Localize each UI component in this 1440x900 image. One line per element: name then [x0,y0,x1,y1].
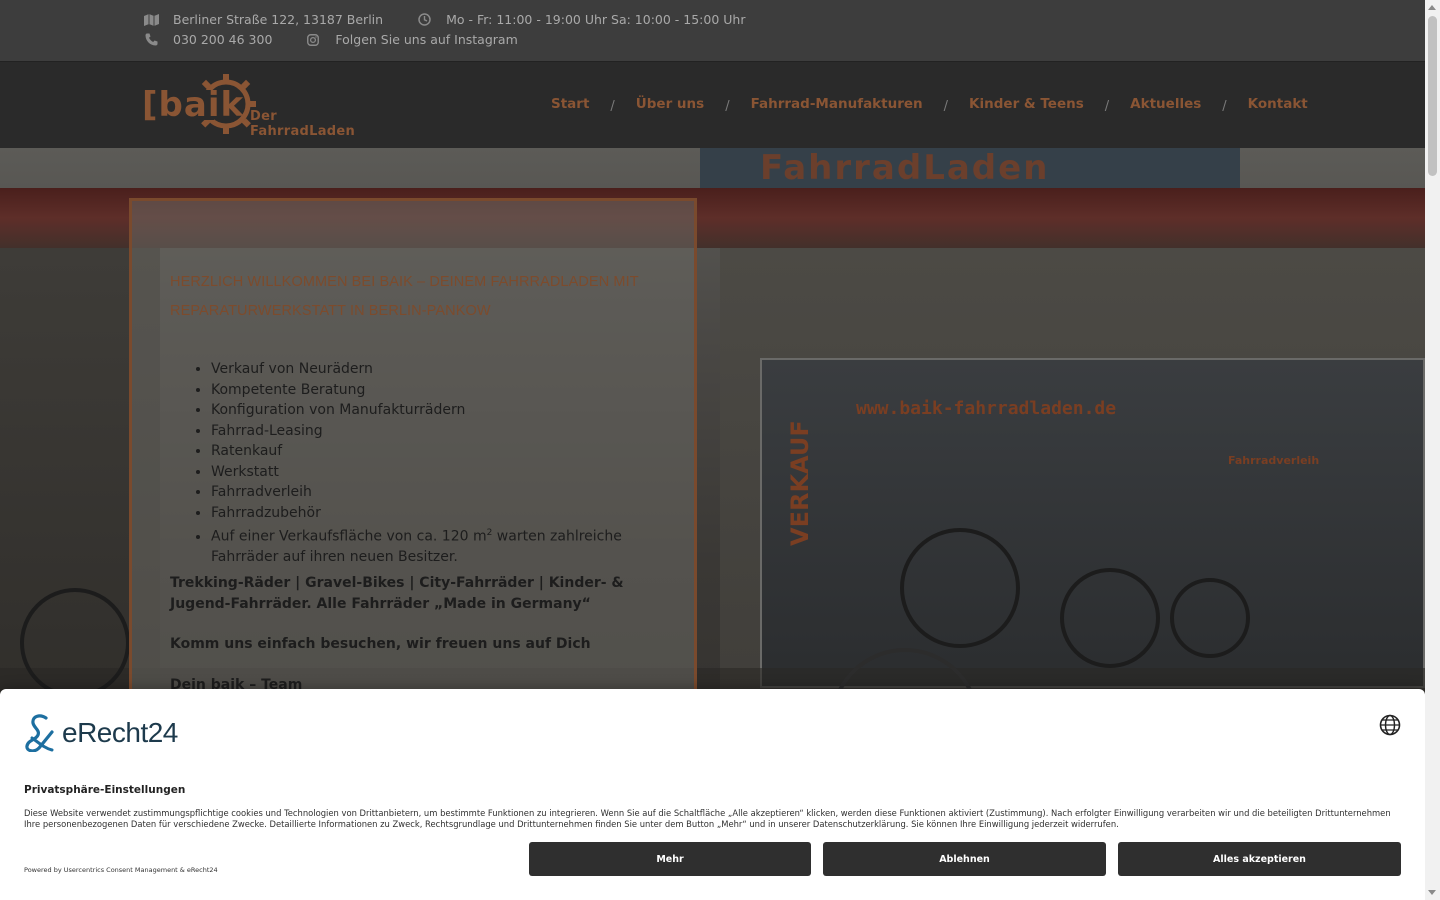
scroll-up-arrow-icon[interactable] [1428,5,1436,10]
nav-separator: / [610,98,615,114]
topbar-row-address: Berliner Straße 122, 13187 Berlin Mo - F… [143,12,745,27]
address-item: Berliner Straße 122, 13187 Berlin [143,12,383,27]
list-item: Fahrradverleih [211,482,661,503]
nav-start[interactable]: Start [551,96,589,112]
instagram-item[interactable]: Folgen Sie uns auf Instagram [305,32,518,47]
nav-separator: / [725,98,730,114]
list-item: Fahrradzubehör [211,503,661,524]
list-item: Werkstatt [211,462,661,483]
nav-kinder-teens[interactable]: Kinder & Teens [969,96,1084,112]
cookie-heading: Privatsphäre-Einstellungen [24,784,186,796]
list-item-area: Auf einer Verkaufsfläche von ca. 120 m2 … [211,523,661,568]
list-item: Verkauf von Neurädern [211,359,661,380]
phone-item[interactable]: 030 200 46 300 [143,32,272,47]
instagram-link[interactable]: Folgen Sie uns auf Instagram [335,32,517,47]
more-button[interactable]: Mehr [529,842,811,876]
site-logo[interactable]: [baik Der FahrradLaden [142,71,382,139]
nav-fahrrad-manufakturen[interactable]: Fahrrad-Manufakturen [751,96,923,112]
bicycle-wheel [1170,578,1250,658]
url-sign: www.baik-fahrradladen.de [856,398,1117,419]
welcome-title: Herzlich Willkommen bei baik – Deinem Fa… [170,274,639,319]
address-text: Berliner Straße 122, 13187 Berlin [173,12,384,27]
logo-subtitle: Der FahrradLaden [250,109,356,139]
verkauf-sign: VERKAUF [786,420,814,546]
nav-kontakt[interactable]: Kontakt [1248,96,1308,112]
phone-text[interactable]: 030 200 46 300 [173,32,272,47]
bike-types-text: Trekking-Räder | Gravel-Bikes | City-Fah… [170,575,624,612]
site-header: [baik Der FahrradLaden Start / Über uns … [0,61,1425,148]
cookie-description: Diese Website verwendet zustimmungspflic… [24,808,1391,829]
welcome-box: Herzlich Willkommen bei baik – Deinem Fa… [129,198,697,718]
hours-text: Mo - Fr: 11:00 - 19:00 Uhr Sa: 10:00 - 1… [446,12,746,27]
verkauf-sign-text: VERKAUF [786,420,814,546]
cookie-consent-banner: eRecht24 Privatsphäre-Einstellungen Dies… [0,689,1425,900]
map-icon [143,13,159,27]
area-text-pre: Auf einer Verkaufsfläche von ca. 120 m [211,528,487,545]
verleih-sign: Fahrradverleih [1228,454,1320,467]
cookie-powered-by[interactable]: Powered by Usercentrics Consent Manageme… [24,866,218,874]
bicycle-wheel [1060,568,1160,668]
erecht24-logo: eRecht24 [24,713,178,753]
nav-ueber-uns[interactable]: Über uns [636,96,704,112]
bicycle-wheel [900,528,1020,648]
services-list: Verkauf von Neurädern Kompetente Beratun… [211,359,661,568]
logo-wordmark: [baik [142,85,245,125]
hours-item: Mo - Fr: 11:00 - 19:00 Uhr Sa: 10:00 - 1… [416,12,745,27]
phone-icon [143,33,159,47]
decline-button[interactable]: Ablehnen [823,842,1106,876]
accept-all-button[interactable]: Alles akzeptieren [1118,842,1401,876]
nav-separator: / [943,98,949,114]
list-item: Kompetente Beratung [211,380,661,401]
topbar-row-contact: 030 200 46 300 Folgen Sie uns auf Instag… [143,32,518,47]
list-item: Fahrrad-Leasing [211,421,661,442]
list-item: Ratenkauf [211,441,661,462]
erecht24-ampersand-icon [25,714,54,752]
instagram-icon [305,33,321,47]
scroll-down-arrow-icon[interactable] [1428,890,1436,895]
page-scrollbar[interactable] [1425,0,1440,900]
erecht24-brand-text: eRecht24 [62,717,178,748]
shop-sign-text: FahrradLaden [760,148,1050,188]
nav-aktuelles[interactable]: Aktuelles [1130,96,1201,112]
nav-separator: / [1222,98,1227,114]
nav-separator: / [1104,98,1110,114]
list-item: Konfiguration von Manufakturrädern [211,400,661,421]
scrollbar-thumb[interactable] [1428,16,1437,176]
bicycle-wheel [20,588,130,698]
visit-text: Komm uns einfach besuchen, wir freuen un… [170,636,591,652]
clock-icon [416,13,432,27]
language-globe-icon[interactable] [1379,714,1401,736]
main-nav: Start / Über uns / Fahrrad-Manufakturen … [551,96,1308,114]
top-info-bar: Berliner Straße 122, 13187 Berlin Mo - F… [0,0,1425,61]
